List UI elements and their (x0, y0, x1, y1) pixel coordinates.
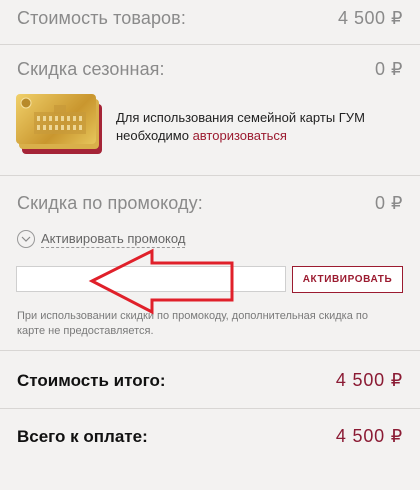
activate-promo-button[interactable]: АКТИВИРОВАТЬ (292, 266, 403, 293)
promo-discount-label: Скидка по промокоду: (17, 193, 203, 213)
family-card-text-line2: необходимо авторизоваться (116, 127, 396, 145)
divider (0, 408, 420, 409)
divider (0, 175, 420, 176)
family-card-image (16, 94, 106, 154)
promo-discount-row: Скидка по промокоду: 0 ₽ (17, 193, 403, 214)
seasonal-discount-row: Скидка сезонная: 0 ₽ (17, 59, 403, 80)
gum-building-icon (20, 97, 86, 134)
promo-code-input[interactable] (16, 266, 286, 292)
total-cost-value: 4 500 ₽ (335, 370, 403, 390)
activate-promo-toggle[interactable]: Активировать промокод (17, 230, 186, 248)
divider (0, 44, 420, 45)
family-card-info: Для использования семейной карты ГУМ нео… (116, 109, 396, 145)
seasonal-discount-label: Скидка сезонная: (17, 59, 165, 79)
goods-cost-value: 4 500 ₽ (338, 8, 403, 28)
goods-cost-label: Стоимость товаров: (17, 8, 186, 28)
to-pay-row: Всего к оплате: 4 500 ₽ (17, 426, 403, 447)
total-cost-row: Стоимость итого: 4 500 ₽ (17, 370, 403, 391)
card-front (16, 94, 96, 144)
chevron-down-icon (17, 230, 35, 248)
to-pay-value: 4 500 ₽ (335, 426, 403, 446)
family-card-text-line1: Для использования семейной карты ГУМ (116, 110, 365, 125)
seasonal-discount-value: 0 ₽ (375, 59, 403, 79)
activate-promo-label: Активировать промокод (41, 230, 186, 248)
family-card-text-prefix: необходимо (116, 128, 193, 143)
authorize-link[interactable]: авторизоваться (193, 128, 287, 143)
total-cost-label: Стоимость итого: (17, 370, 166, 390)
goods-cost-row: Стоимость товаров: 4 500 ₽ (17, 8, 403, 29)
promo-note: При использовании скидки по промокоду, д… (17, 310, 368, 337)
promo-discount-value: 0 ₽ (375, 193, 403, 213)
to-pay-label: Всего к оплате: (17, 426, 148, 446)
divider (0, 350, 420, 351)
